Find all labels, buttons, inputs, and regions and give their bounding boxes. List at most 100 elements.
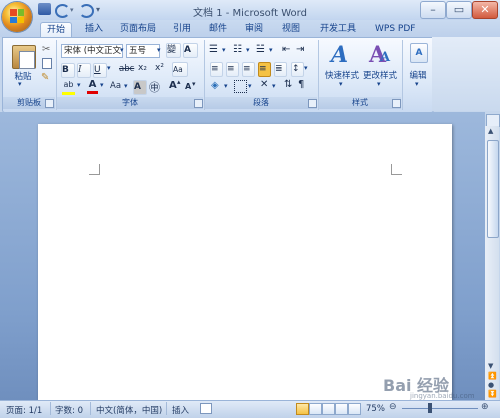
- italic-button[interactable]: I: [77, 63, 91, 78]
- quick-styles-dropdown-icon[interactable]: ▾: [339, 80, 343, 88]
- align-right-icon[interactable]: ≡: [242, 62, 255, 77]
- underline-button[interactable]: U: [93, 63, 107, 78]
- bold-button[interactable]: B: [61, 63, 75, 78]
- font-color-dropdown-icon[interactable]: ▾: [100, 81, 104, 89]
- minimize-button[interactable]: –: [420, 1, 446, 19]
- styles-launcher-icon[interactable]: [392, 99, 401, 108]
- change-case-dropdown-icon[interactable]: ▾: [124, 82, 128, 90]
- tab-view[interactable]: 视图: [276, 22, 306, 37]
- scroll-thumb[interactable]: [487, 140, 499, 238]
- office-button[interactable]: [2, 2, 32, 32]
- tab-references[interactable]: 引用: [167, 22, 197, 37]
- change-case-button[interactable]: Aa: [110, 81, 121, 91]
- align-left-icon[interactable]: ≡: [210, 62, 223, 77]
- font-color-button[interactable]: A: [87, 79, 98, 94]
- chinese-layout-dropdown-icon[interactable]: ▾: [272, 82, 276, 90]
- tab-page-layout[interactable]: 页面布局: [114, 22, 162, 37]
- web-layout-icon[interactable]: [322, 403, 335, 415]
- shading-icon[interactable]: ◈: [211, 80, 219, 91]
- paste-dropdown-icon[interactable]: ▾: [18, 80, 22, 88]
- character-border-button[interactable]: A: [183, 43, 198, 58]
- highlight-button[interactable]: ab: [62, 80, 75, 95]
- outline-view-icon[interactable]: [335, 403, 348, 415]
- quick-styles-icon[interactable]: A: [331, 42, 348, 68]
- grow-font-arrow-icon: ▴: [177, 78, 181, 86]
- tab-wps-pdf[interactable]: WPS PDF: [369, 22, 421, 37]
- underline-dropdown-icon[interactable]: ▾: [107, 64, 111, 72]
- align-center-icon[interactable]: ≡: [226, 62, 239, 77]
- font-size-dropdown-icon[interactable]: ▾: [157, 44, 161, 57]
- select-browse-object-icon[interactable]: ●: [488, 381, 494, 389]
- sort-icon[interactable]: ⇅: [284, 79, 292, 90]
- cut-icon[interactable]: ✂: [42, 44, 50, 55]
- scroll-up-icon[interactable]: ▲: [488, 127, 493, 135]
- distributed-icon[interactable]: ≣: [274, 62, 287, 77]
- macro-record-icon[interactable]: [200, 403, 212, 414]
- strikethrough-button[interactable]: abc: [119, 64, 134, 74]
- subscript-button[interactable]: x₂: [138, 63, 147, 73]
- enclose-characters-button[interactable]: ㊥: [149, 79, 160, 95]
- status-page[interactable]: 页面: 1/1: [6, 404, 42, 416]
- paste-button[interactable]: 粘贴: [6, 70, 40, 82]
- shading-dropdown-icon[interactable]: ▾: [224, 82, 228, 90]
- font-size-combo[interactable]: 五号: [126, 44, 160, 58]
- copy-icon[interactable]: [42, 58, 52, 69]
- borders-icon[interactable]: [234, 80, 247, 93]
- font-group-label: 字体: [57, 97, 203, 109]
- document-page[interactable]: [38, 124, 452, 400]
- chinese-layout-icon[interactable]: ✕: [260, 79, 268, 90]
- tab-review[interactable]: 审阅: [239, 22, 269, 37]
- editing-icon[interactable]: A: [410, 43, 428, 63]
- zoom-slider-track[interactable]: [402, 408, 478, 409]
- editing-dropdown-icon[interactable]: ▾: [415, 80, 419, 88]
- maximize-button[interactable]: ▭: [446, 1, 472, 19]
- zoom-in-icon[interactable]: ⊕: [481, 402, 489, 412]
- clear-formatting-button[interactable]: Aa: [172, 62, 188, 77]
- font-name-dropdown-icon[interactable]: ▾: [120, 44, 124, 57]
- shrink-font-button[interactable]: A: [185, 82, 191, 91]
- phonetic-guide-button[interactable]: 變: [166, 43, 181, 58]
- close-button[interactable]: ✕: [472, 1, 498, 19]
- print-layout-view-icon[interactable]: [296, 403, 309, 415]
- clipboard-launcher-icon[interactable]: [45, 99, 54, 108]
- font-launcher-icon[interactable]: [194, 99, 203, 108]
- bullets-dropdown-icon[interactable]: ▾: [222, 46, 226, 54]
- change-styles-dropdown-icon[interactable]: ▾: [377, 80, 381, 88]
- multilevel-list-icon[interactable]: ☱: [256, 44, 265, 55]
- numbering-icon[interactable]: ☷: [233, 44, 242, 55]
- increase-indent-icon[interactable]: ⇥: [296, 44, 304, 55]
- bullets-icon[interactable]: ☰: [209, 44, 218, 55]
- divider: [90, 402, 91, 415]
- status-language[interactable]: 中文(简体，中国): [96, 404, 162, 416]
- previous-page-icon[interactable]: ⏫: [488, 372, 497, 380]
- justify-icon[interactable]: ≡: [258, 62, 271, 77]
- highlight-dropdown-icon[interactable]: ▾: [77, 81, 81, 89]
- status-word-count[interactable]: 字数: 0: [55, 404, 83, 416]
- status-insert-mode[interactable]: 插入: [172, 404, 189, 416]
- superscript-button[interactable]: x²: [155, 63, 164, 73]
- tab-home[interactable]: 开始: [40, 22, 73, 38]
- scroll-down-icon[interactable]: ▼: [488, 362, 493, 370]
- zoom-slider-thumb[interactable]: [428, 403, 432, 413]
- grow-font-button[interactable]: A: [169, 80, 177, 91]
- paragraph-launcher-icon[interactable]: [308, 99, 317, 108]
- full-screen-reading-icon[interactable]: [309, 403, 322, 415]
- borders-dropdown-icon[interactable]: ▾: [248, 82, 252, 90]
- paste-icon[interactable]: [12, 45, 36, 69]
- character-shading-button[interactable]: A: [133, 80, 147, 95]
- tab-developer[interactable]: 开发工具: [314, 22, 362, 37]
- draft-view-icon[interactable]: [348, 403, 361, 415]
- decrease-indent-icon[interactable]: ⇤: [282, 44, 290, 55]
- numbering-dropdown-icon[interactable]: ▾: [246, 46, 250, 54]
- tab-insert[interactable]: 插入: [79, 22, 109, 37]
- zoom-level[interactable]: 75%: [366, 404, 385, 414]
- font-name-combo[interactable]: 宋体 (中文正文: [61, 44, 123, 58]
- line-spacing-dropdown-icon[interactable]: ▾: [304, 64, 308, 72]
- next-page-icon[interactable]: ⏬: [488, 390, 497, 398]
- zoom-out-icon[interactable]: ⊖: [389, 402, 397, 412]
- tab-mailings[interactable]: 邮件: [203, 22, 233, 37]
- show-marks-icon[interactable]: ¶: [298, 79, 304, 90]
- line-spacing-icon[interactable]: ↕: [291, 62, 304, 77]
- multilevel-dropdown-icon[interactable]: ▾: [269, 46, 273, 54]
- format-painter-icon[interactable]: ✎: [41, 72, 49, 83]
